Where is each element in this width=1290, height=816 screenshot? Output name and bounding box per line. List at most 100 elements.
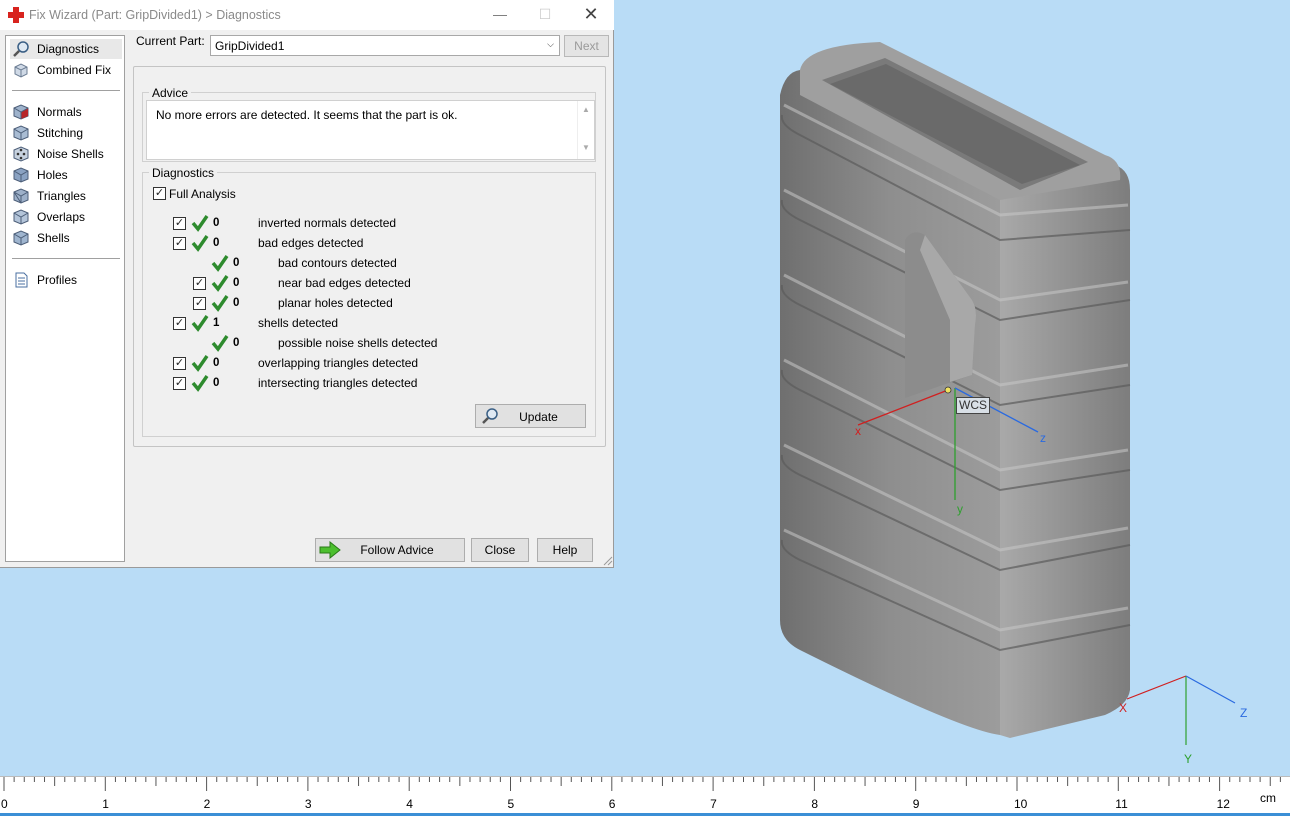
sidebar-item-stitching[interactable]: Stitching bbox=[10, 123, 122, 143]
title-bar[interactable]: Fix Wizard (Part: GripDivided1) > Diagno… bbox=[0, 0, 614, 30]
ruler-number: 11 bbox=[1115, 797, 1128, 811]
resize-grip-icon[interactable] bbox=[603, 556, 613, 566]
diag-count: 1 bbox=[213, 317, 220, 329]
stitching-cube-icon bbox=[13, 125, 29, 141]
corner-axis-x-label: X bbox=[1119, 701, 1128, 715]
check-ok-icon bbox=[211, 295, 229, 312]
ruler-number: 9 bbox=[912, 797, 920, 811]
ruler-number: 3 bbox=[304, 797, 312, 811]
fix-wizard-dialog: Fix Wizard (Part: GripDivided1) > Diagno… bbox=[0, 0, 614, 568]
ruler-number: 0 bbox=[1, 797, 8, 811]
diag-count: 0 bbox=[233, 337, 240, 349]
overlaps-cube-icon bbox=[13, 209, 29, 225]
axis-y-label: y bbox=[957, 502, 963, 516]
close-window-button[interactable]: ✕ bbox=[568, 0, 614, 30]
diag-count: 0 bbox=[213, 217, 220, 229]
help-button[interactable]: Help bbox=[537, 538, 593, 562]
check-ok-icon bbox=[191, 235, 209, 252]
diag-label: inverted normals detected bbox=[258, 216, 397, 230]
noise-dice-icon bbox=[13, 146, 29, 162]
sidebar-item-triangles[interactable]: Triangles bbox=[10, 186, 122, 206]
ruler-number: 12 bbox=[1216, 797, 1230, 811]
shells-cube-icon bbox=[13, 230, 29, 246]
corner-axis-triad bbox=[1126, 675, 1236, 745]
diagnostics-legend: Diagnostics bbox=[149, 166, 218, 180]
advice-legend: Advice bbox=[149, 86, 192, 100]
window-title: Fix Wizard (Part: GripDivided1) > Diagno… bbox=[29, 8, 281, 22]
ruler-number: 5 bbox=[507, 797, 515, 811]
diag-count: 0 bbox=[213, 377, 220, 389]
sidebar: Diagnostics Combined Fix Normals Stitchi… bbox=[5, 35, 125, 562]
sidebar-item-normals[interactable]: Normals bbox=[10, 102, 122, 122]
update-label: Update bbox=[519, 410, 558, 424]
diag-checkbox-planar-holes[interactable]: ✓ bbox=[193, 297, 206, 310]
ruler-number: 2 bbox=[203, 797, 211, 811]
minimize-button[interactable]: — bbox=[477, 0, 523, 30]
current-part-select[interactable]: GripDivided1 ⌵ bbox=[210, 35, 560, 56]
diag-count: 0 bbox=[213, 237, 220, 249]
sidebar-item-diagnostics[interactable]: Diagnostics bbox=[10, 39, 122, 59]
advice-scrollbar[interactable]: ▲ ▼ bbox=[577, 101, 594, 159]
check-ok-icon bbox=[191, 355, 209, 372]
check-ok-icon bbox=[211, 275, 229, 292]
triangles-cube-icon bbox=[13, 188, 29, 204]
diag-count: 0 bbox=[233, 257, 240, 269]
close-button[interactable]: Close bbox=[471, 538, 529, 562]
full-analysis-checkbox[interactable]: ✓ bbox=[153, 187, 166, 200]
advice-textbox[interactable]: No more errors are detected. It seems th… bbox=[146, 100, 595, 160]
document-icon bbox=[15, 272, 28, 288]
diag-checkbox-shells[interactable]: ✓ bbox=[173, 317, 186, 330]
diag-label: bad contours detected bbox=[278, 256, 397, 270]
sidebar-item-shells[interactable]: Shells bbox=[10, 228, 122, 248]
scroll-up-icon[interactable]: ▲ bbox=[582, 105, 590, 114]
scroll-down-icon[interactable]: ▼ bbox=[582, 143, 590, 152]
ruler-ticks bbox=[3, 777, 1281, 791]
corner-axis-y-label: Y bbox=[1184, 752, 1193, 766]
update-button[interactable]: Update bbox=[475, 404, 586, 428]
sidebar-item-holes[interactable]: Holes bbox=[10, 165, 122, 185]
diag-checkbox-intersecting[interactable]: ✓ bbox=[173, 377, 186, 390]
holes-cube-icon bbox=[13, 167, 29, 183]
diag-label: shells detected bbox=[258, 316, 339, 330]
sidebar-item-combined-fix[interactable]: Combined Fix bbox=[10, 60, 122, 80]
sidebar-item-profiles[interactable]: Profiles bbox=[10, 270, 122, 290]
diag-checkbox-bad-edges[interactable]: ✓ bbox=[173, 237, 186, 250]
diag-label: near bad edges detected bbox=[278, 276, 411, 290]
follow-advice-label: Follow Advice bbox=[360, 543, 434, 557]
diag-checkbox-overlapping[interactable]: ✓ bbox=[173, 357, 186, 370]
ruler-number: 6 bbox=[608, 797, 616, 811]
chevron-down-icon: ⌵ bbox=[547, 39, 554, 49]
diag-count: 0 bbox=[233, 297, 240, 309]
diag-label: intersecting triangles detected bbox=[258, 376, 418, 390]
ruler-number: 8 bbox=[811, 797, 819, 811]
corner-axis-z-label: Z bbox=[1240, 706, 1248, 720]
sidebar-divider bbox=[12, 258, 120, 259]
check-ok-icon bbox=[191, 215, 209, 232]
next-button[interactable]: Next bbox=[564, 35, 609, 57]
ruler-number: 7 bbox=[710, 797, 717, 811]
cube-wand-icon bbox=[14, 63, 28, 78]
axis-x-label: x bbox=[855, 424, 861, 438]
sidebar-item-overlaps[interactable]: Overlaps bbox=[10, 207, 122, 227]
diag-checkbox-inverted-normals[interactable]: ✓ bbox=[173, 217, 186, 230]
magnifier-icon bbox=[13, 41, 29, 57]
check-ok-icon bbox=[191, 315, 209, 332]
follow-advice-button[interactable]: Follow Advice bbox=[315, 538, 465, 562]
wcs-label: WCS bbox=[956, 397, 990, 414]
diag-label: possible noise shells detected bbox=[278, 336, 438, 350]
sidebar-divider bbox=[12, 90, 120, 91]
sidebar-item-noise-shells[interactable]: Noise Shells bbox=[10, 144, 122, 164]
ruler-number: 1 bbox=[102, 797, 109, 811]
diag-label: bad edges detected bbox=[258, 236, 364, 250]
maximize-button[interactable]: ☐ bbox=[522, 0, 568, 30]
ruler-number: 4 bbox=[406, 797, 413, 811]
check-ok-icon bbox=[191, 375, 209, 392]
check-ok-icon bbox=[211, 335, 229, 352]
diag-label: overlapping triangles detected bbox=[258, 356, 419, 370]
diag-label: planar holes detected bbox=[278, 296, 393, 310]
current-part-label: Current Part: bbox=[136, 34, 205, 48]
normals-cube-icon bbox=[13, 104, 29, 120]
diag-checkbox-near-bad-edges[interactable]: ✓ bbox=[193, 277, 206, 290]
axis-z-label: z bbox=[1040, 431, 1046, 445]
ruler-number: 10 bbox=[1014, 797, 1028, 811]
